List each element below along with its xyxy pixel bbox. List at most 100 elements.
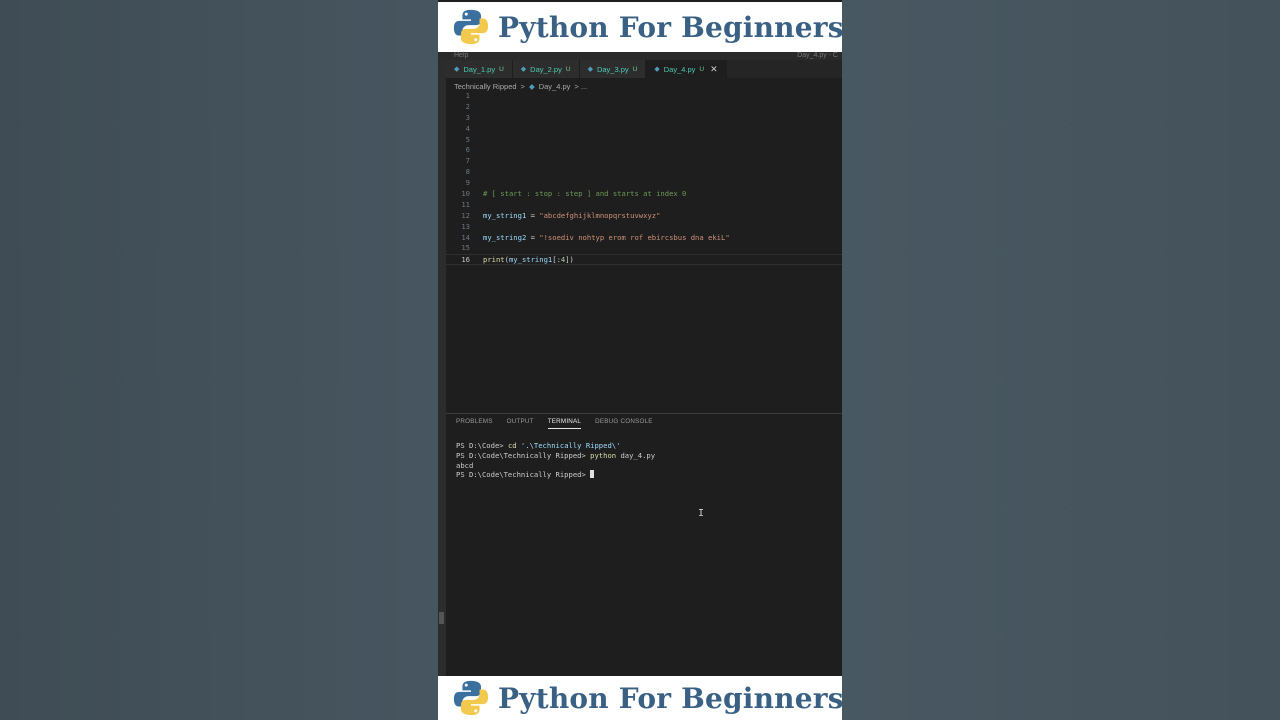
- menu-help[interactable]: Help: [454, 52, 468, 59]
- code-line[interactable]: 12 my_string1 = "abcdefghijklmnopqrstuvwx…: [446, 211, 842, 222]
- terminal-token: PS D:\Code\Technically Ripped>: [456, 470, 591, 480]
- terminal-token: cd: [507, 441, 517, 450]
- line-number: 4: [465, 123, 470, 133]
- code-text: my_string2 = "!soediv nohtyp erom rof eb…: [483, 233, 730, 244]
- menu-bar: Help Day_4.py - C: [438, 52, 842, 60]
- code-line[interactable]: 15: [446, 243, 842, 254]
- terminal-line: PS D:\Code\Technically Ripped>: [456, 470, 836, 480]
- terminal-line: abcd: [456, 461, 836, 471]
- tab-label: Day_3.py: [596, 64, 629, 74]
- tab-day-4[interactable]: ◆ Day_4.py U ✕: [646, 60, 727, 78]
- python-file-icon: ◆: [528, 81, 535, 91]
- tab-output[interactable]: OUTPUT: [507, 418, 534, 429]
- tab-label: Day_4.py: [663, 64, 696, 74]
- tab-terminal[interactable]: TERMINAL: [547, 418, 582, 429]
- terminal-line: PS D:\Code\Technically Ripped> python da…: [456, 451, 836, 461]
- code-token: =: [526, 210, 540, 220]
- line-number: 8: [465, 167, 470, 177]
- code-line[interactable]: 1: [446, 91, 842, 102]
- line-number: 10: [461, 189, 470, 199]
- tab-status: U: [499, 65, 504, 73]
- code-line[interactable]: 10 # [ start : stop : step ] and starts a…: [446, 189, 842, 200]
- code-token: print: [483, 255, 505, 265]
- line-number: 7: [465, 156, 470, 166]
- terminal-output[interactable]: PS D:\Code> cd '.\Technically Ripped\' PS…: [456, 441, 836, 480]
- line-number: 15: [461, 243, 470, 253]
- breadcrumb-more[interactable]: > ...: [574, 82, 587, 91]
- code-text: print(my_string1[:4]): [483, 255, 574, 266]
- code-token: "!soediv nohtyp erom rof ebircsbus dna e…: [539, 232, 730, 242]
- breadcrumb-folder[interactable]: Technically Ripped: [454, 82, 517, 91]
- video-frame: Python For Beginners Help Day_4.py - C ◆…: [438, 0, 842, 720]
- terminal-token: python: [590, 450, 617, 460]
- code-line[interactable]: 6: [446, 145, 842, 156]
- line-number: 13: [461, 221, 470, 231]
- terminal-cursor: [590, 470, 595, 479]
- terminal-token: PS D:\Code>: [456, 441, 508, 450]
- tab-problems[interactable]: PROBLEMS: [456, 418, 493, 429]
- line-number: 14: [461, 232, 470, 242]
- code-line[interactable]: 13: [446, 222, 842, 233]
- tab-label: Day_2.py: [530, 64, 562, 74]
- code-token: ]): [565, 255, 574, 265]
- code-line[interactable]: 8: [446, 167, 842, 178]
- line-number: 2: [465, 101, 470, 111]
- code-text: my_string1 = "abcdefghijklmnopqrstuvwxyz…: [483, 211, 660, 222]
- code-token: my_string1: [508, 255, 553, 265]
- python-file-icon: ◆: [520, 66, 527, 73]
- tab-status: U: [632, 65, 638, 73]
- terminal-token: '.\Technically Ripped\': [516, 441, 621, 450]
- line-number: 12: [461, 210, 470, 220]
- bottom-banner: Python For Beginners: [438, 676, 842, 720]
- line-number: 9: [465, 178, 470, 188]
- code-line[interactable]: 3: [446, 113, 842, 124]
- code-line[interactable]: 4: [446, 124, 842, 135]
- terminal-token: day_4.py: [616, 450, 656, 460]
- code-line[interactable]: 5: [446, 135, 842, 146]
- tab-label: Day_1.py: [463, 64, 496, 74]
- code-editor[interactable]: 1 2 3 4 5 6 7 8 9 10 # [ start : stop : step ] and…: [446, 91, 842, 411]
- python-logo-icon: [453, 9, 489, 45]
- tab-day-2[interactable]: ◆ Day_2.py U: [512, 60, 580, 78]
- code-token: # [ start : stop : step ] and starts at …: [483, 189, 687, 199]
- line-number: 3: [465, 112, 470, 122]
- code-token: =: [526, 232, 540, 242]
- python-file-icon: ◆: [654, 66, 660, 73]
- line-number: 6: [465, 145, 470, 155]
- window-title: Day_4.py - C: [797, 52, 838, 59]
- banner-title: Python For Beginners: [498, 10, 842, 44]
- code-line[interactable]: 7: [446, 156, 842, 167]
- tab-status: U: [699, 65, 705, 73]
- code-token: my_string2: [483, 232, 527, 242]
- python-logo-icon: [453, 680, 489, 716]
- tab-status: U: [565, 65, 571, 73]
- line-number: 5: [465, 134, 470, 144]
- code-line[interactable]: 9: [446, 178, 842, 189]
- banner-title: Python For Beginners: [498, 681, 842, 715]
- code-text: # [ start : stop : step ] and starts at …: [483, 189, 686, 200]
- python-file-icon: ◆: [587, 66, 593, 73]
- activity-bar: [438, 60, 446, 676]
- python-file-icon: ◆: [454, 66, 460, 73]
- code-token: my_string1: [483, 210, 527, 220]
- code-line[interactable]: 11: [446, 200, 842, 211]
- breadcrumb-file[interactable]: Day_4.py: [539, 82, 571, 91]
- tab-day-3[interactable]: ◆ Day_3.py U: [579, 60, 647, 78]
- panel-tabs: PROBLEMS OUTPUT TERMINAL DEBUG CONSOLE: [456, 418, 653, 429]
- code-line[interactable]: 14 my_string2 = "!soediv nohtyp erom rof …: [446, 233, 842, 244]
- tab-day-1[interactable]: ◆ Day_1.py U: [446, 60, 513, 78]
- breadcrumb-separator: >: [520, 81, 525, 91]
- code-line[interactable]: 2: [446, 102, 842, 113]
- terminal-line: PS D:\Code> cd '.\Technically Ripped\': [456, 441, 836, 451]
- code-token: "abcdefghijklmnopqrstuvwxyz": [539, 210, 661, 220]
- top-banner: Python For Beginners: [438, 2, 842, 52]
- close-icon[interactable]: ✕: [710, 64, 718, 75]
- activity-bar-marker[interactable]: [439, 612, 444, 624]
- line-number: 16: [461, 255, 470, 265]
- panel-divider: [446, 413, 842, 414]
- text-cursor-icon: I: [698, 508, 705, 519]
- terminal-token: PS D:\Code\Technically Ripped>: [456, 450, 591, 460]
- tab-debug-console[interactable]: DEBUG CONSOLE: [595, 418, 653, 429]
- code-line[interactable]: 16 print(my_string1[:4]): [446, 254, 842, 266]
- editor-tabs: ◆ Day_1.py U ◆ Day_2.py U ◆ Day_3.py U ◆…: [446, 60, 842, 78]
